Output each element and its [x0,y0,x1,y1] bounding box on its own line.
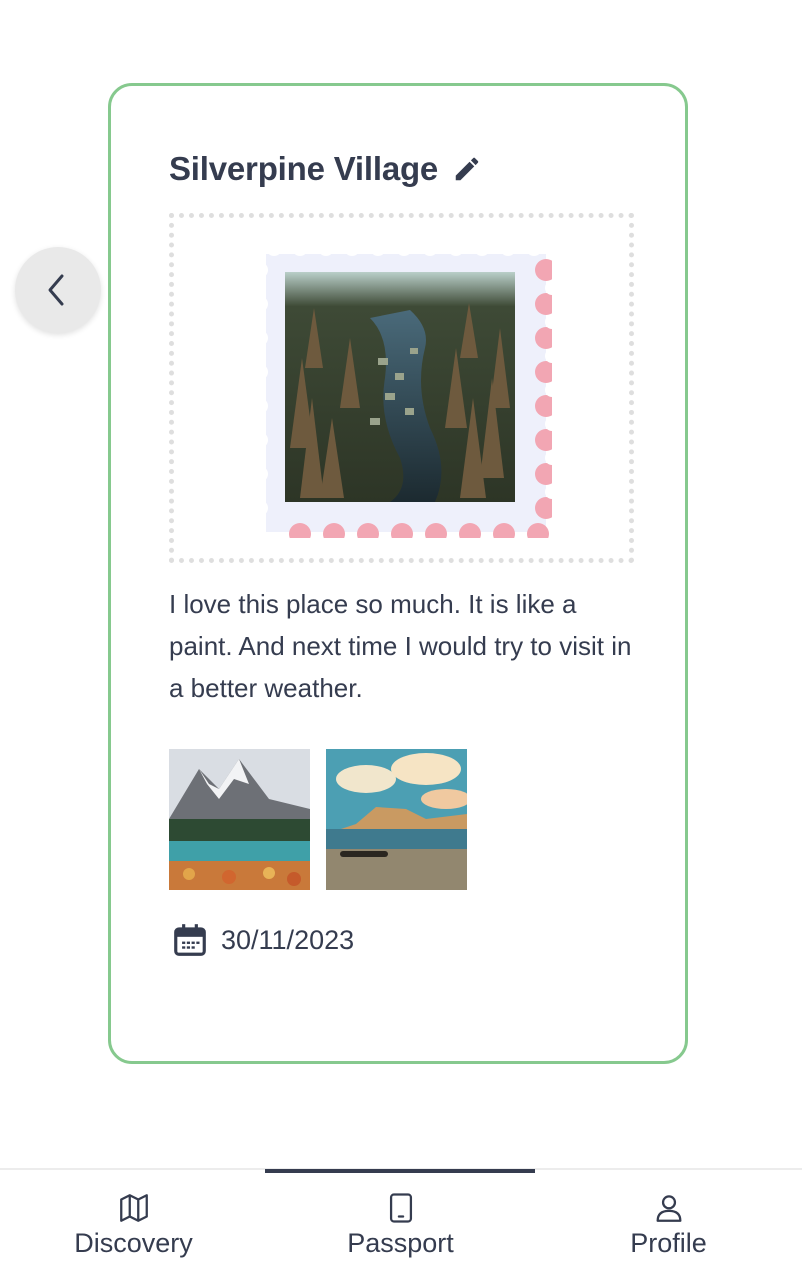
memory-card: Silverpine Village I love this place so … [108,83,688,1064]
stamp [260,248,552,538]
map-icon [119,1194,148,1222]
stamp-frame [169,213,634,563]
nav-passport[interactable]: Passport [267,1170,534,1274]
nav-label-passport: Passport [347,1228,454,1258]
forest-village-photo [285,272,515,502]
bottom-nav: Discovery Passport Profile [0,1168,802,1274]
active-tab-indicator [265,1169,535,1173]
nav-discovery[interactable]: Discovery [0,1170,267,1274]
date-row: 30/11/2023 [171,921,354,959]
previous-button[interactable] [15,247,101,333]
tablet-icon [389,1193,412,1223]
nav-label-profile: Profile [630,1228,707,1258]
title-row: Silverpine Village [169,150,482,188]
calendar-icon [174,924,206,956]
memory-note: I love this place so much. It is like a … [169,589,632,703]
visit-date: 30/11/2023 [221,924,355,955]
pencil-icon[interactable] [452,154,482,184]
chevron-left-icon [48,274,64,306]
lake-boat-sunset-photo[interactable] [326,749,467,890]
nav-profile[interactable]: Profile [535,1170,802,1274]
photo-gallery [169,749,467,890]
snowy-mountain-lake-photo[interactable] [169,749,310,890]
nav-label-discovery: Discovery [74,1228,193,1258]
user-icon [656,1195,681,1222]
place-title: Silverpine Village [169,150,439,187]
